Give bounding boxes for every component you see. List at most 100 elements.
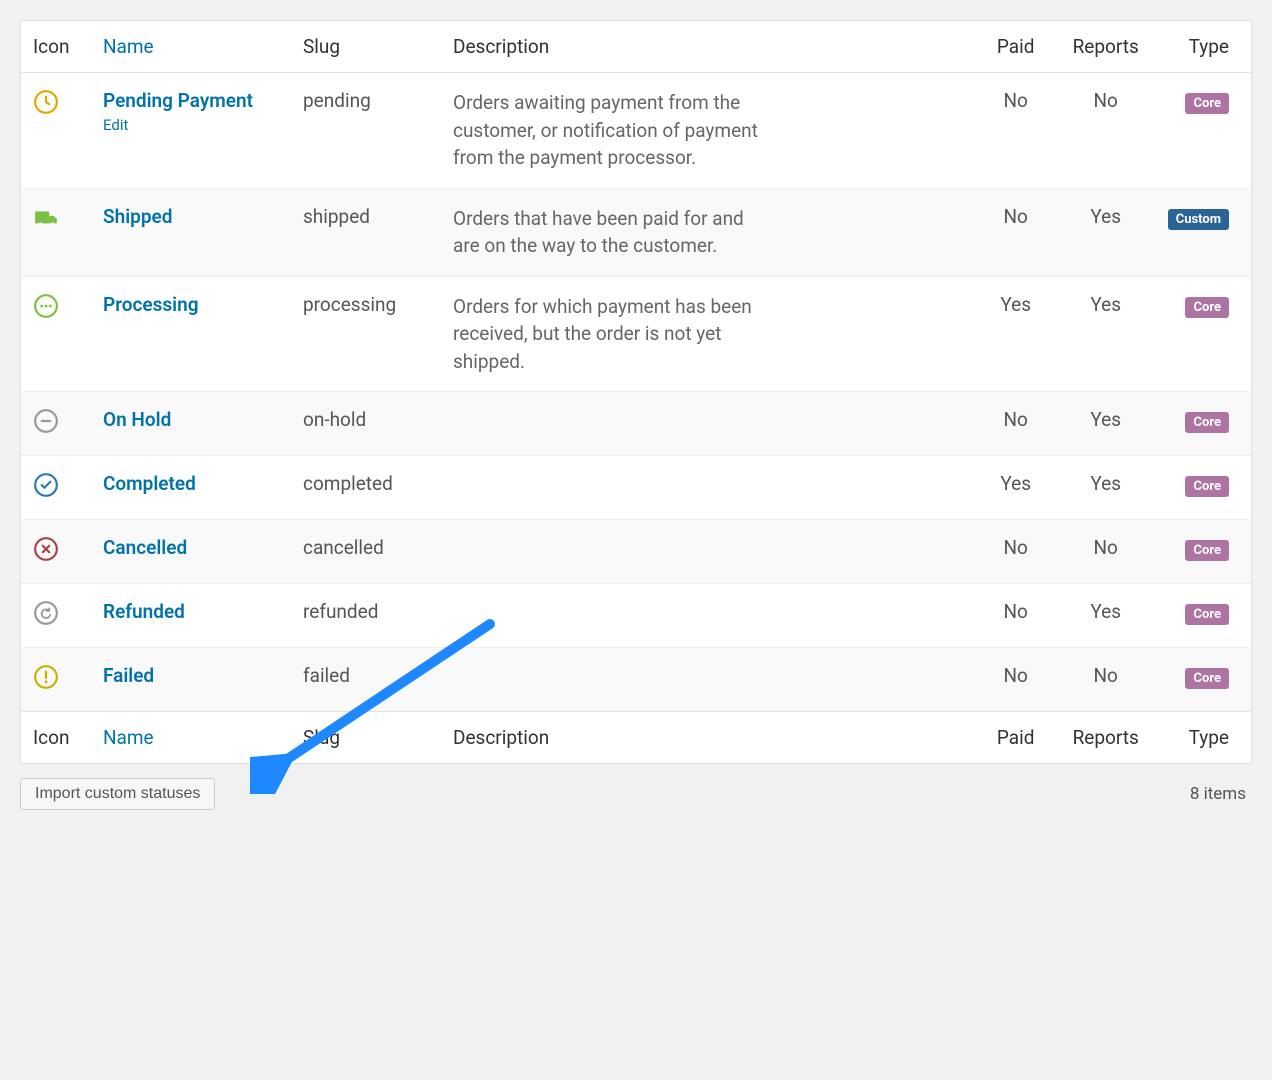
status-paid: No: [976, 73, 1056, 189]
status-description: Orders that have been paid for and are o…: [441, 188, 976, 276]
status-table: Icon Name Slug Description Paid Reports …: [21, 21, 1251, 763]
truck-icon: [21, 188, 91, 276]
dots-icon: [21, 276, 91, 392]
status-slug: cancelled: [291, 520, 441, 584]
status-name-cell: On Hold: [91, 392, 291, 456]
col-header-icon: Icon: [21, 21, 91, 73]
check-icon: [21, 456, 91, 520]
status-reports: No: [1056, 73, 1156, 189]
status-name-link[interactable]: Completed: [103, 472, 196, 495]
col-footer-reports: Reports: [1056, 712, 1156, 764]
status-type: Core: [1156, 392, 1251, 456]
table-row: Shipped shippedOrders that have been paid…: [21, 188, 1251, 276]
col-footer-paid: Paid: [976, 712, 1056, 764]
type-badge-core: Core: [1185, 604, 1229, 625]
table-header-row: Icon Name Slug Description Paid Reports …: [21, 21, 1251, 73]
status-name-link[interactable]: Failed: [103, 664, 154, 687]
status-type: Core: [1156, 276, 1251, 392]
import-custom-statuses-button[interactable]: Import custom statuses: [20, 778, 215, 810]
edit-action[interactable]: Edit: [103, 116, 279, 134]
table-footer-row: Icon Name Slug Description Paid Reports …: [21, 712, 1251, 764]
status-paid: No: [976, 648, 1056, 712]
col-footer-type: Type: [1156, 712, 1251, 764]
status-slug: completed: [291, 456, 441, 520]
status-paid: No: [976, 584, 1056, 648]
status-description: [441, 584, 976, 648]
col-header-description: Description: [441, 21, 976, 73]
status-paid: No: [976, 392, 1056, 456]
status-reports: Yes: [1056, 584, 1156, 648]
status-name-cell: Refunded: [91, 584, 291, 648]
type-badge-core: Core: [1185, 412, 1229, 433]
status-description: Orders awaiting payment from the custome…: [441, 73, 976, 189]
status-slug: processing: [291, 276, 441, 392]
col-header-reports: Reports: [1056, 21, 1156, 73]
status-description: [441, 648, 976, 712]
minus-icon: [21, 392, 91, 456]
table-row: On Hold on-hold NoYes Core: [21, 392, 1251, 456]
type-badge-custom: Custom: [1168, 209, 1229, 230]
items-count: 8 items: [1190, 784, 1246, 804]
status-paid: Yes: [976, 456, 1056, 520]
status-slug: pending: [291, 73, 441, 189]
status-name-link[interactable]: On Hold: [103, 408, 171, 431]
status-type: Core: [1156, 520, 1251, 584]
status-reports: Yes: [1056, 456, 1156, 520]
status-slug: failed: [291, 648, 441, 712]
status-slug: shipped: [291, 188, 441, 276]
type-badge-core: Core: [1185, 668, 1229, 689]
type-badge-core: Core: [1185, 297, 1229, 318]
status-name-link[interactable]: Processing: [103, 293, 199, 316]
clock-icon: [21, 73, 91, 189]
col-header-type: Type: [1156, 21, 1251, 73]
status-description: [441, 392, 976, 456]
status-name-link[interactable]: Pending Payment: [103, 89, 253, 112]
exclaim-icon: [21, 648, 91, 712]
status-table-container: Icon Name Slug Description Paid Reports …: [20, 20, 1252, 764]
x-icon: [21, 520, 91, 584]
col-footer-description: Description: [441, 712, 976, 764]
col-footer-slug: Slug: [291, 712, 441, 764]
status-paid: No: [976, 188, 1056, 276]
status-type: Core: [1156, 73, 1251, 189]
status-reports: Yes: [1056, 392, 1156, 456]
type-badge-core: Core: [1185, 476, 1229, 497]
status-reports: Yes: [1056, 188, 1156, 276]
status-name-link[interactable]: Refunded: [103, 600, 185, 623]
tablenav-bottom: Import custom statuses 8 items: [20, 764, 1252, 810]
status-type: Custom: [1156, 188, 1251, 276]
type-badge-core: Core: [1185, 540, 1229, 561]
status-reports: No: [1056, 648, 1156, 712]
col-header-paid: Paid: [976, 21, 1056, 73]
status-reports: Yes: [1056, 276, 1156, 392]
status-slug: on-hold: [291, 392, 441, 456]
status-name-cell: Completed: [91, 456, 291, 520]
status-description: Orders for which payment has been receiv…: [441, 276, 976, 392]
status-description: [441, 456, 976, 520]
col-header-slug: Slug: [291, 21, 441, 73]
refund-icon: [21, 584, 91, 648]
status-type: Core: [1156, 648, 1251, 712]
status-reports: No: [1056, 520, 1156, 584]
status-name-link[interactable]: Cancelled: [103, 536, 187, 559]
col-header-name[interactable]: Name: [91, 21, 291, 73]
status-name-cell: Cancelled: [91, 520, 291, 584]
table-row: Refunded refunded NoYes Core: [21, 584, 1251, 648]
table-row: Pending Payment Edit pendingOrders awaitin…: [21, 73, 1251, 189]
status-name-link[interactable]: Shipped: [103, 205, 172, 228]
type-badge-core: Core: [1185, 93, 1229, 114]
table-row: Processing processingOrders for which pay…: [21, 276, 1251, 392]
status-name-cell: Failed: [91, 648, 291, 712]
status-paid: No: [976, 520, 1056, 584]
status-slug: refunded: [291, 584, 441, 648]
table-row: Cancelled cancelled NoNo Core: [21, 520, 1251, 584]
status-paid: Yes: [976, 276, 1056, 392]
status-name-cell: Processing: [91, 276, 291, 392]
status-name-cell: Pending Payment Edit: [91, 73, 291, 189]
col-footer-name[interactable]: Name: [91, 712, 291, 764]
table-row: Completed completed YesYes Core: [21, 456, 1251, 520]
table-row: Failed failed NoNo Core: [21, 648, 1251, 712]
status-type: Core: [1156, 584, 1251, 648]
status-name-cell: Shipped: [91, 188, 291, 276]
status-description: [441, 520, 976, 584]
